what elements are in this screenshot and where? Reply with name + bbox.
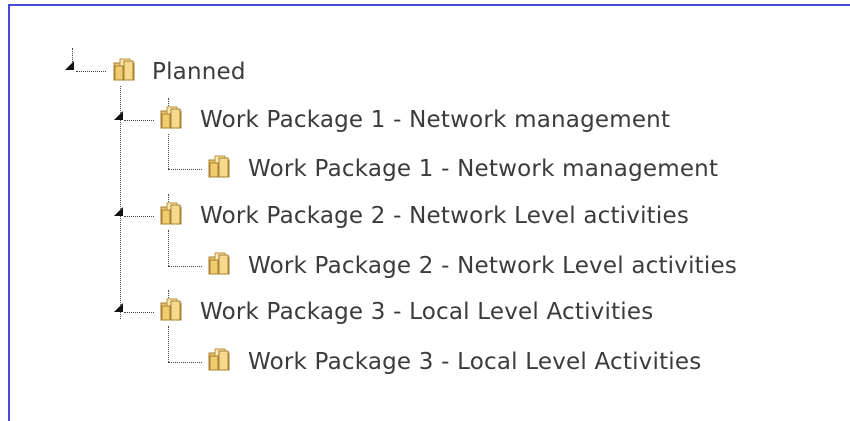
wp3-expand-toggle[interactable]: [114, 303, 123, 312]
wp3-child-connector-h: [168, 362, 202, 363]
tree-node-wp3[interactable]: Work Package 3 - Local Level Activities: [200, 298, 653, 326]
wp3-children-connector: [168, 326, 169, 362]
tree-node-wp2[interactable]: Work Package 2 - Network Level activitie…: [200, 202, 689, 230]
wp1-child-connector-h: [168, 169, 202, 170]
root-expand-toggle[interactable]: [65, 61, 74, 70]
tree-node-wp3-child[interactable]: Work Package 3 - Local Level Activities: [248, 348, 701, 376]
wp2-connector-h: [124, 216, 154, 217]
folder-icon: [158, 200, 184, 226]
wp2-expand-toggle[interactable]: [114, 207, 123, 216]
wp2-children-connector: [168, 230, 169, 266]
root-connector-h: [76, 71, 106, 72]
folder-icon: [158, 104, 184, 130]
folder-icon: [158, 296, 184, 322]
wp1-expand-toggle[interactable]: [114, 111, 123, 120]
root-children-connector: [120, 86, 121, 319]
tree-node-root[interactable]: Planned: [152, 58, 246, 86]
folder-icon: [206, 250, 232, 276]
folder-icon: [206, 346, 232, 372]
tree-node-wp1-child[interactable]: Work Package 1 - Network management: [248, 155, 718, 183]
wp1-children-connector: [168, 134, 169, 169]
wp2-child-connector-h: [168, 266, 202, 267]
folder-icon: [206, 153, 232, 179]
wp1-connector-h: [124, 120, 154, 121]
tree-node-wp1[interactable]: Work Package 1 - Network management: [200, 106, 670, 134]
wp3-connector-h: [124, 312, 154, 313]
tree-node-wp2-child[interactable]: Work Package 2 - Network Level activitie…: [248, 252, 737, 280]
folder-icon: [111, 56, 137, 82]
tree-panel: Planned Work Package 1 - Network managem…: [8, 4, 850, 421]
